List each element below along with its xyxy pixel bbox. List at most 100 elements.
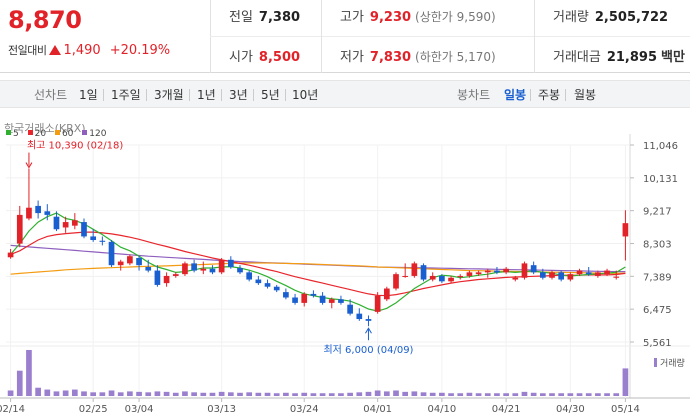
volume-bar xyxy=(227,392,234,396)
divider xyxy=(189,89,190,101)
x-tick-label: 03/13 xyxy=(207,404,236,415)
volume-bar xyxy=(246,392,253,396)
volume-bar xyxy=(237,392,243,396)
candle-body xyxy=(338,299,344,303)
candle-body xyxy=(439,275,445,282)
candle-body xyxy=(503,268,509,273)
prev-close-label: 전일 xyxy=(229,10,253,25)
x-tick-label: 04/10 xyxy=(427,404,456,415)
y-tick-label: 5,561 xyxy=(643,338,672,349)
x-tick-label: 04/21 xyxy=(492,404,521,415)
weekly-candle-button[interactable]: 주봉 xyxy=(538,86,560,103)
range-5y-button[interactable]: 5년 xyxy=(261,86,280,103)
candle-body xyxy=(255,279,262,284)
candle-body xyxy=(264,283,271,287)
volume-bar xyxy=(484,393,491,396)
volume-bar xyxy=(264,392,271,396)
candle-body xyxy=(246,272,253,280)
volume-bar xyxy=(512,393,519,396)
legend-ma120: 120 xyxy=(82,129,106,139)
candle-body xyxy=(356,313,363,320)
change-label: 전일대비 xyxy=(8,44,47,57)
range-1w-button[interactable]: 1주일 xyxy=(111,86,141,103)
candle-body xyxy=(81,222,87,237)
candle-body xyxy=(26,207,32,219)
volume-bar xyxy=(209,392,216,396)
chart-toolbar: 선차트 1일 1주일 3개월 1년 3년 5년 10년 봉차트 일봉 주봉 월봉 xyxy=(0,80,690,108)
range-3m-button[interactable]: 3개월 xyxy=(154,86,184,103)
candle-body xyxy=(374,295,381,312)
volume-bar xyxy=(503,393,509,396)
stock-chart[interactable]: 한국거래소(KRX) 5 20 60 120 11,046 10,131 9,217… xyxy=(0,110,690,417)
volume-bar xyxy=(90,392,97,396)
candle-body xyxy=(411,263,418,276)
y-tick-label: 9,217 xyxy=(643,207,672,218)
candle-body xyxy=(99,240,106,242)
volume-bar xyxy=(154,391,161,396)
candle-body xyxy=(393,274,399,289)
volume-bar xyxy=(163,391,170,396)
x-tick-label: 02/14 xyxy=(0,404,25,415)
x-tick-label: 04/01 xyxy=(363,404,392,415)
price-summary-panel: 8,870 전일대비 1,490 +20.19% 전일 7,380 시가 8,500 고… xyxy=(0,0,690,73)
volume-bar xyxy=(604,393,610,396)
candle-body xyxy=(613,276,620,278)
range-3y-button[interactable]: 3년 xyxy=(229,86,248,103)
daily-candle-button[interactable]: 일봉 xyxy=(504,86,526,103)
change-value: 1,490 xyxy=(63,43,101,58)
range-10y-button[interactable]: 10년 xyxy=(292,86,318,103)
legend-ma20: 20 xyxy=(27,129,47,139)
candle-body xyxy=(484,270,491,273)
range-1d-button[interactable]: 1일 xyxy=(79,86,98,103)
divider xyxy=(530,89,531,101)
low-annotation: 최저 6,000 (04/09) xyxy=(323,344,413,356)
volume-bar xyxy=(273,393,280,396)
range-1y-button[interactable]: 1년 xyxy=(197,86,216,103)
x-tick-label: 03/04 xyxy=(125,404,154,415)
volume-bar xyxy=(283,392,289,396)
candle-body xyxy=(558,272,565,280)
legend-label: 5 xyxy=(13,129,19,139)
legend-label: 20 xyxy=(34,129,47,139)
y-tick-label: 11,046 xyxy=(643,141,678,152)
legend-label: 60 xyxy=(61,129,74,139)
stat-high: 고가 9,230 (상한가 9,590) xyxy=(340,6,496,25)
volume-label: 거래량 xyxy=(660,357,685,369)
candle-body xyxy=(429,275,436,280)
volume-bar xyxy=(622,368,629,396)
divider xyxy=(565,89,566,101)
candle-body xyxy=(310,293,317,296)
candle-body xyxy=(163,275,170,284)
candle-body xyxy=(136,257,142,266)
monthly-candle-button[interactable]: 월봉 xyxy=(574,86,596,103)
candle-body xyxy=(237,268,243,273)
candle-body xyxy=(328,299,335,303)
candle-body xyxy=(108,241,115,266)
stat-turnover: 거래대금 21,895 백만 xyxy=(553,46,685,65)
volume-bar xyxy=(26,350,32,396)
candle-body xyxy=(127,256,133,264)
candle-body xyxy=(301,293,308,303)
turnover-value: 21,895 xyxy=(606,50,658,65)
legend-ma60: 60 xyxy=(54,129,74,139)
volume-bar xyxy=(448,393,454,396)
candle-body xyxy=(402,275,409,277)
divider xyxy=(210,36,690,37)
volume-bar xyxy=(218,391,225,396)
volume-bar xyxy=(411,391,418,396)
volume-bar xyxy=(338,393,344,396)
candle-body xyxy=(420,265,427,280)
candle-body xyxy=(227,259,234,267)
candle-body xyxy=(182,263,188,275)
lower-limit: (하한가 5,170) xyxy=(415,50,496,64)
candle-body xyxy=(90,236,97,241)
candle-body xyxy=(44,211,51,215)
x-tick-label: 04/30 xyxy=(556,404,585,415)
volume-bar xyxy=(383,391,390,396)
y-tick-label: 10,131 xyxy=(643,174,678,185)
candle-body xyxy=(494,270,500,273)
candle-body xyxy=(475,272,482,275)
candle-body xyxy=(319,295,326,303)
volume-value: 2,505,722 xyxy=(594,10,669,25)
volume-bar xyxy=(136,391,142,396)
